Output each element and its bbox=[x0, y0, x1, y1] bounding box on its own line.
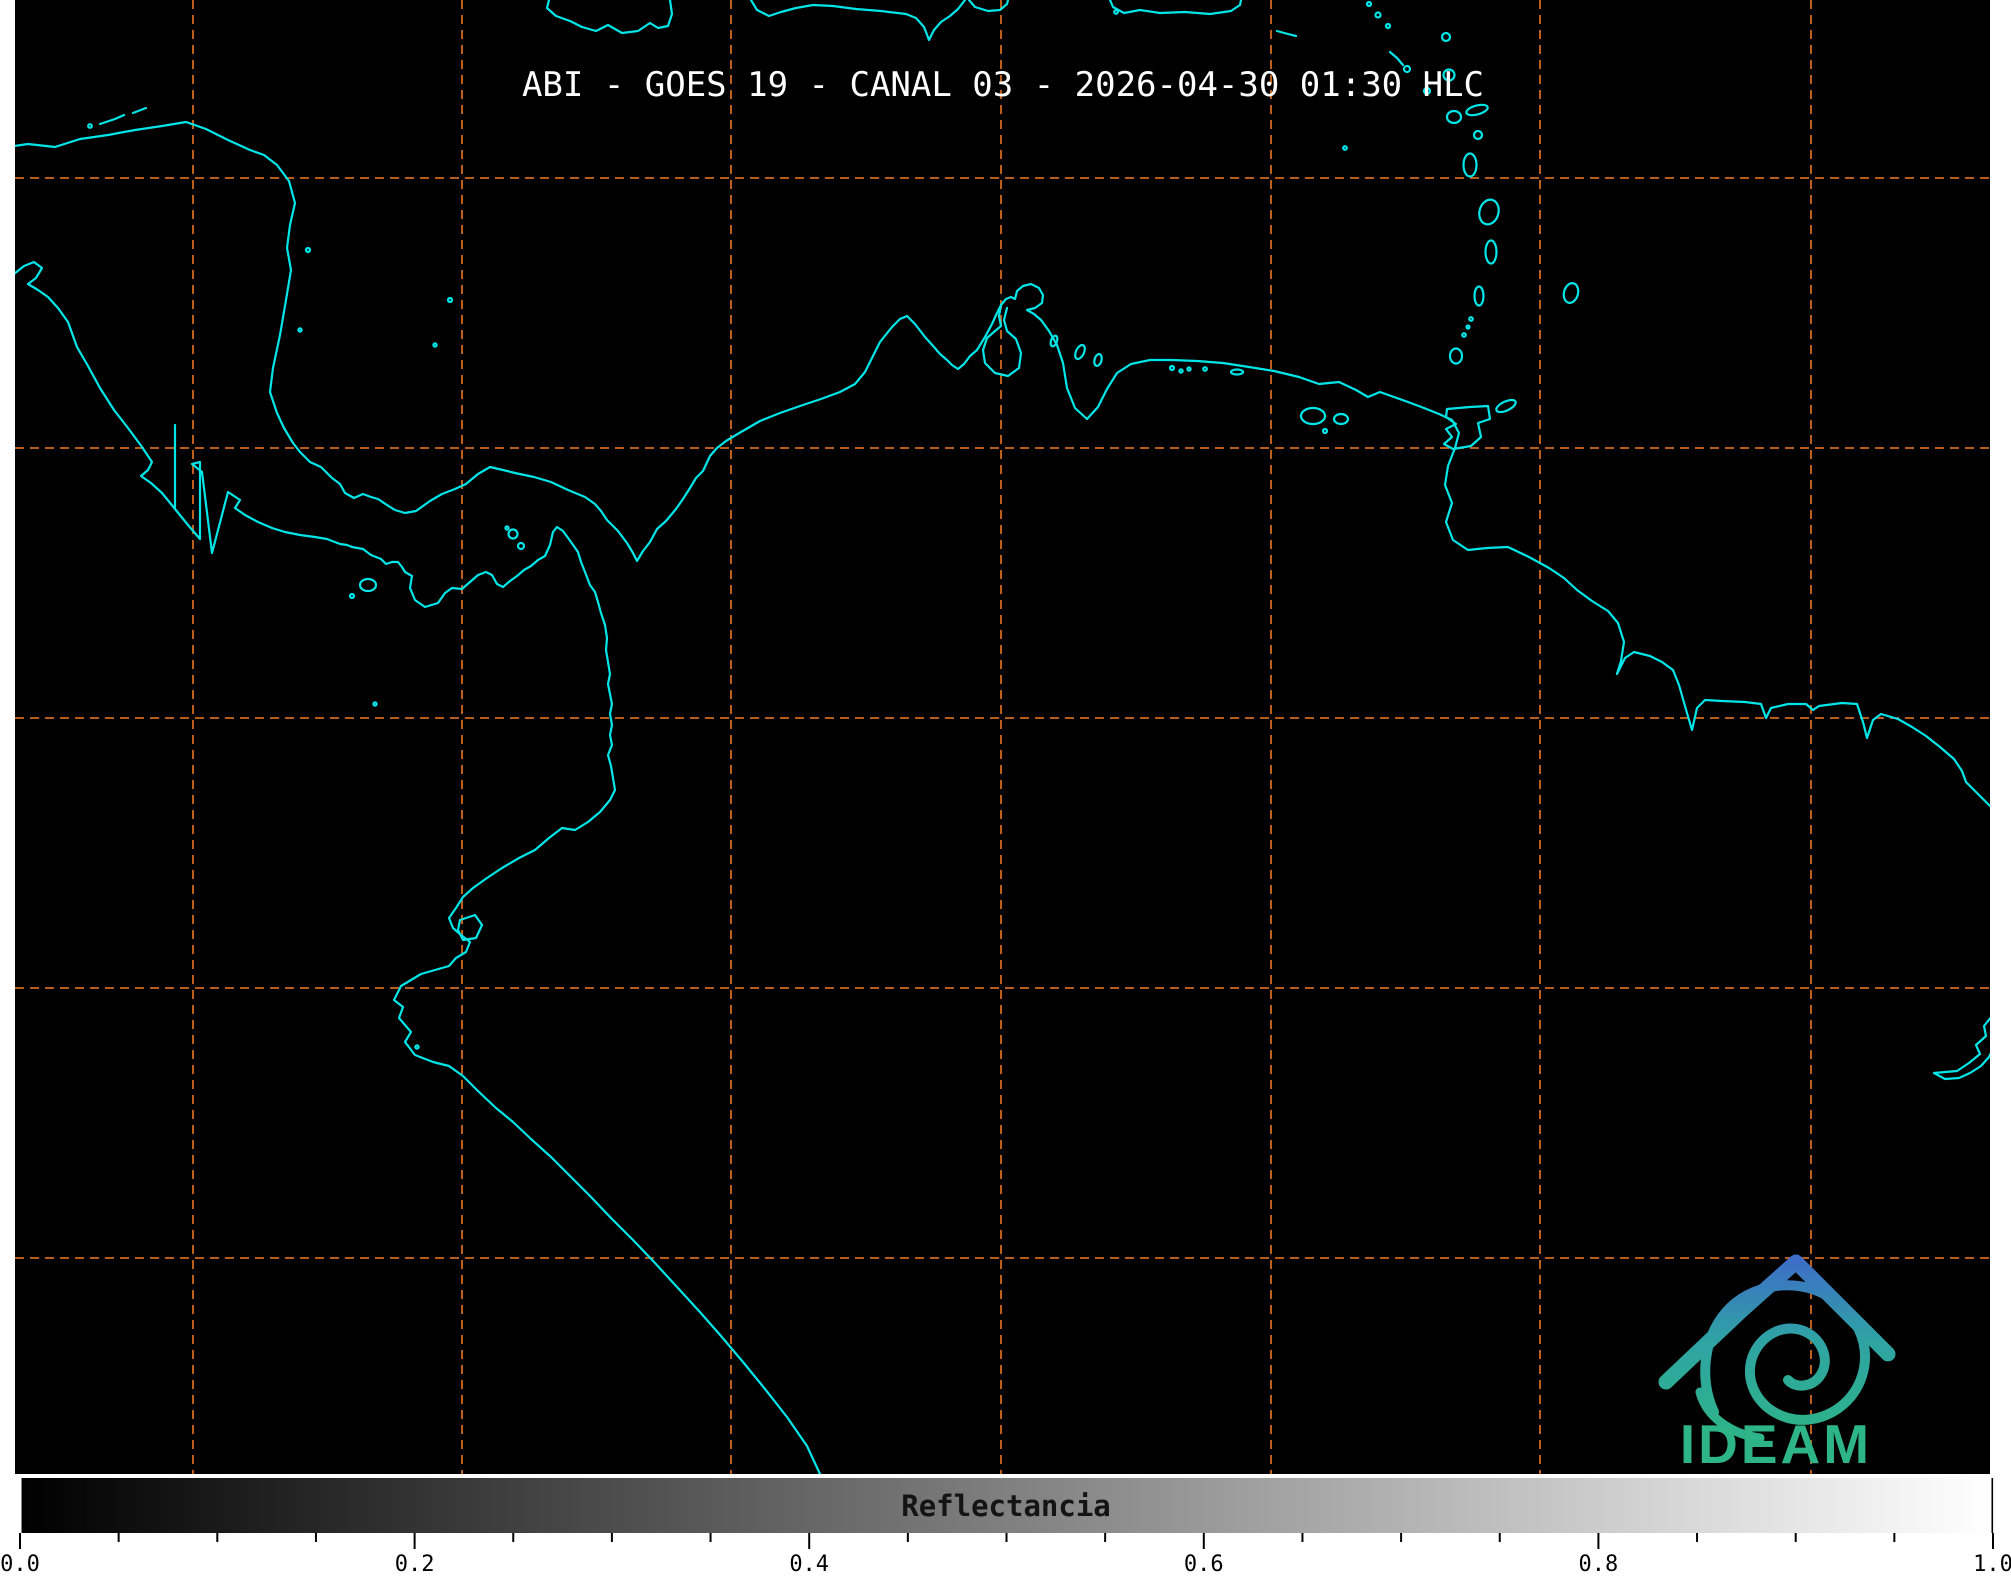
colorbar: Reflectancia 0.0 0.2 0.4 0.6 0.8 1.0 bbox=[0, 1478, 2011, 1577]
colorbar-tick-label: 0.4 bbox=[789, 1552, 829, 1577]
colorbar-tick-label: 0.2 bbox=[395, 1552, 435, 1577]
map-title: ABI - GOES 19 - CANAL 03 - 2026-04-30 01… bbox=[522, 65, 1484, 105]
colorbar-ticks bbox=[19, 1533, 1994, 1549]
satellite-figure: ABI - GOES 19 - CANAL 03 - 2026-04-30 01… bbox=[0, 0, 2011, 1577]
colorbar-tick-labels: 0.0 0.2 0.4 0.6 0.8 1.0 bbox=[0, 1552, 2011, 1577]
colorbar-tick-label: 0.6 bbox=[1184, 1552, 1224, 1577]
colorbar-tick-label: 0.8 bbox=[1579, 1552, 1619, 1577]
colorbar-tick-label: 0.0 bbox=[0, 1552, 40, 1577]
colorbar-label: Reflectancia bbox=[901, 1489, 1111, 1523]
colorbar-tick-label: 1.0 bbox=[1973, 1552, 2011, 1577]
ideam-logo-text: IDEAM bbox=[1680, 1413, 1872, 1475]
satellite-map-canvas: ABI - GOES 19 - CANAL 03 - 2026-04-30 01… bbox=[0, 0, 2011, 1577]
map-background bbox=[15, 0, 1990, 1474]
